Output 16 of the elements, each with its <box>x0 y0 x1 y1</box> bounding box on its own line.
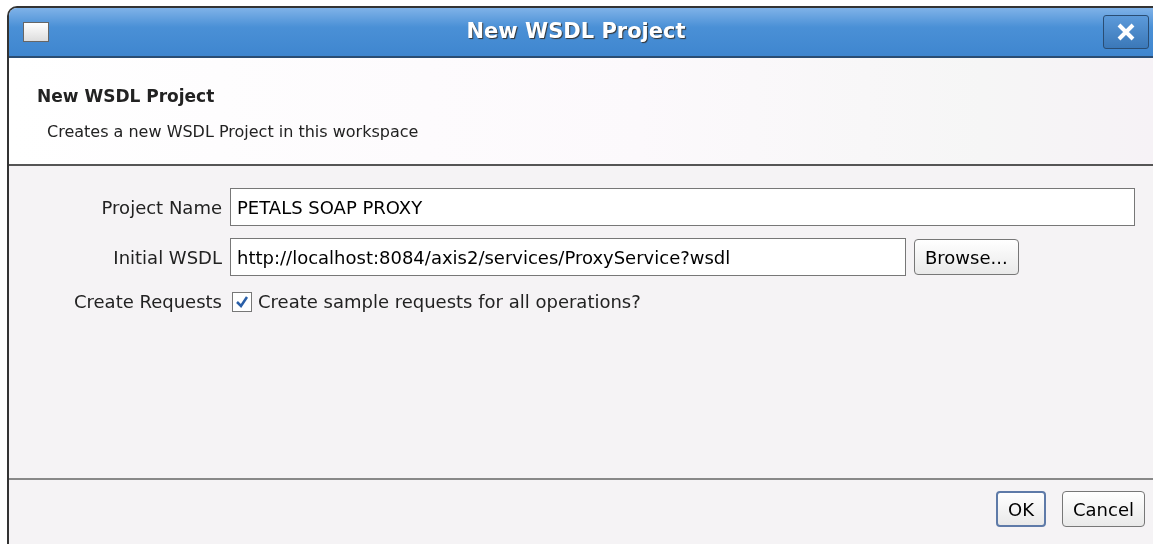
browse-button[interactable]: Browse... <box>914 239 1019 275</box>
window-icon <box>23 22 49 42</box>
input-field[interactable]: http://localhost:8084/axis2/services/ProxyService?wsdl <box>230 238 906 276</box>
cancel-button[interactable]: Cancel <box>1062 491 1145 527</box>
field-label: Create Requests <box>72 290 223 314</box>
header-title: New WSDL Project <box>37 85 216 108</box>
window-title: New WSDL Project <box>465 18 687 46</box>
input-field[interactable]: PETALS SOAP PROXY <box>230 188 1135 226</box>
close-icon <box>1115 21 1137 43</box>
ok-button[interactable]: OK <box>996 491 1046 527</box>
field-label: Project Name <box>100 195 223 220</box>
checkbox-label: Create sample requests for all operations? <box>258 290 641 314</box>
field-label: Initial WSDL <box>112 245 223 270</box>
close-button[interactable] <box>1103 15 1149 49</box>
header-description: Creates a new WSDL Project in this workspace <box>47 120 420 143</box>
checkbox[interactable] <box>232 291 252 312</box>
